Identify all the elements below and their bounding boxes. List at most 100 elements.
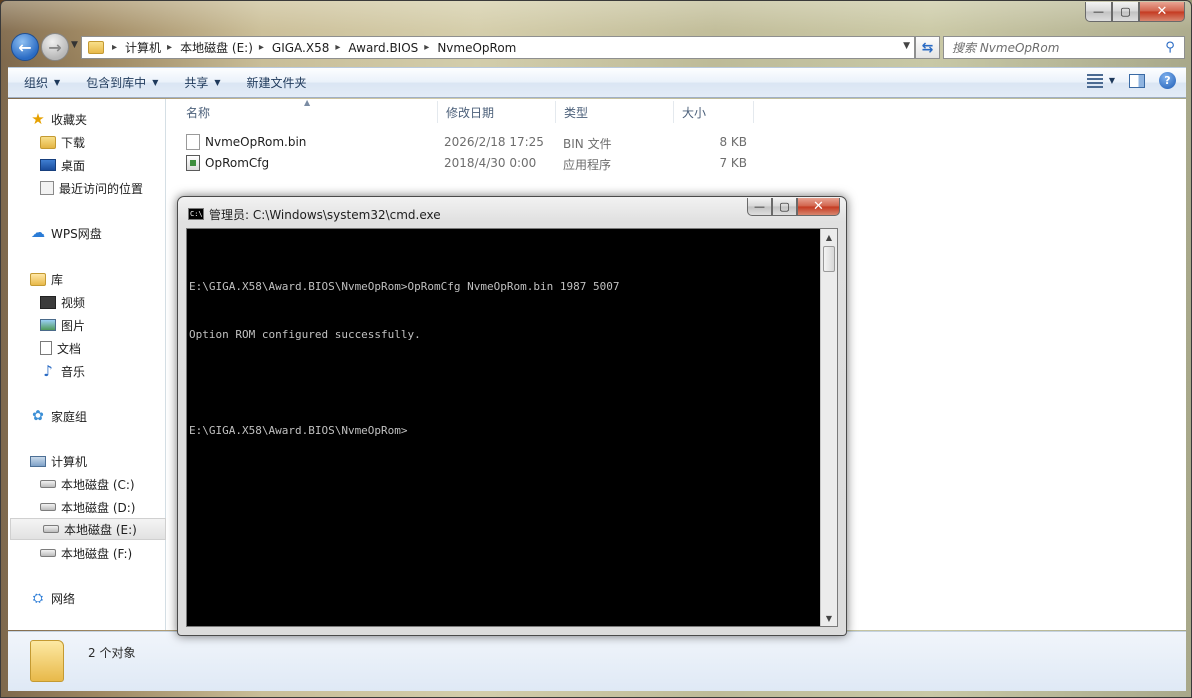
include-in-library-menu[interactable]: 包含到库中 ▼: [76, 74, 168, 91]
file-date: 2018/4/30 0:00: [444, 156, 537, 170]
cmd-maximize-button[interactable]: ▢: [772, 198, 797, 216]
window-caption-buttons: — ▢ ✕: [1085, 2, 1185, 22]
scroll-down-icon[interactable]: ▼: [821, 610, 837, 626]
nav-favorites[interactable]: ★ 收藏夹: [8, 108, 87, 130]
include-library-label: 包含到库中: [86, 76, 147, 90]
chevron-right-icon[interactable]: ▸: [112, 42, 117, 53]
cmd-output: E:\GIGA.X58\Award.BIOS\NvmeOpRom>OpRomCf…: [189, 247, 819, 471]
share-menu[interactable]: 共享 ▼: [174, 74, 230, 91]
preview-pane-icon[interactable]: [1129, 73, 1145, 88]
dropdown-arrow-icon: ▼: [54, 78, 61, 87]
column-header-name[interactable]: ▲ 名称: [178, 98, 438, 123]
picture-icon: [40, 319, 56, 331]
nav-pictures[interactable]: 图片: [8, 314, 85, 336]
nav-network[interactable]: ⛭ 网络: [8, 587, 75, 609]
search-icon[interactable]: ⚲: [1162, 40, 1178, 56]
nav-music[interactable]: ♪ 音乐: [8, 360, 85, 382]
navigation-row: ← → ▼ ▸ 计算机 ▸ 本地磁盘 (E:) ▸ GIGA.X58 ▸ Awa…: [9, 31, 1185, 63]
network-icon: ⛭: [32, 590, 44, 606]
cmd-line: E:\GIGA.X58\Award.BIOS\NvmeOpRom>OpRomCf…: [189, 280, 620, 293]
file-name: NvmeOpRom.bin: [205, 135, 307, 149]
column-label: 类型: [564, 105, 589, 120]
cmd-close-button[interactable]: ✕: [797, 198, 840, 216]
nav-documents[interactable]: 文档: [8, 337, 81, 359]
recent-pages-dropdown[interactable]: ▼: [71, 40, 78, 50]
view-controls: ▼ ?: [1086, 72, 1176, 89]
help-icon[interactable]: ?: [1159, 72, 1176, 89]
item-count: 2 个对象: [88, 646, 136, 660]
file-row[interactable]: OpRomCfg 2018/4/30 0:00 应用程序 7 KB: [178, 153, 778, 173]
chevron-right-icon[interactable]: ▸: [424, 42, 429, 53]
nav-wps-cloud[interactable]: ☁ WPS网盘: [8, 222, 102, 244]
breadcrumb-award-bios[interactable]: Award.BIOS: [346, 41, 420, 55]
nav-drive-c[interactable]: 本地磁盘 (C:): [8, 473, 135, 495]
chevron-right-icon[interactable]: ▸: [335, 42, 340, 53]
new-folder-button[interactable]: 新建文件夹: [237, 74, 317, 91]
nav-label: 下载: [61, 135, 86, 150]
breadcrumb-nvmeoprom[interactable]: NvmeOpRom: [435, 41, 518, 55]
nav-label: 本地磁盘 (F:): [61, 546, 133, 561]
nav-drive-e[interactable]: 本地磁盘 (E:): [10, 518, 166, 540]
minimize-button[interactable]: —: [1085, 2, 1112, 22]
address-dropdown-icon[interactable]: ▼: [903, 41, 910, 51]
nav-label: 收藏夹: [51, 112, 88, 127]
cmd-console[interactable]: E:\GIGA.X58\Award.BIOS\NvmeOpRom>OpRomCf…: [186, 228, 838, 627]
cmd-window[interactable]: C:\ 管理员: C:\Windows\system32\cmd.exe — ▢…: [177, 196, 847, 636]
folder-icon: [30, 640, 64, 682]
nav-drive-d[interactable]: 本地磁盘 (D:): [8, 496, 135, 518]
nav-computer[interactable]: 计算机: [8, 450, 87, 472]
breadcrumb-computer[interactable]: 计算机: [123, 39, 163, 56]
bin-file-icon: [186, 134, 200, 150]
star-icon: ★: [31, 110, 45, 128]
view-dropdown-icon[interactable]: ▼: [1109, 76, 1115, 85]
nav-label: 库: [51, 272, 64, 287]
search-box[interactable]: ⚲: [943, 36, 1185, 59]
column-header-date[interactable]: 修改日期: [438, 101, 556, 123]
nav-desktop[interactable]: 桌面: [8, 154, 85, 176]
recent-places-icon: [40, 181, 54, 195]
file-type: BIN 文件: [563, 137, 612, 151]
scroll-thumb[interactable]: [823, 246, 835, 272]
view-options-icon[interactable]: [1086, 73, 1103, 88]
cloud-icon: ☁: [31, 225, 45, 241]
folder-icon: [88, 41, 104, 54]
nav-label: 家庭组: [51, 409, 88, 424]
address-bar[interactable]: ▸ 计算机 ▸ 本地磁盘 (E:) ▸ GIGA.X58 ▸ Award.BIO…: [81, 36, 915, 59]
desktop-icon: [40, 159, 56, 171]
nav-drive-f[interactable]: 本地磁盘 (F:): [8, 542, 132, 564]
forward-button[interactable]: →: [41, 33, 69, 61]
nav-label: 图片: [61, 318, 86, 333]
back-button[interactable]: ←: [11, 33, 39, 61]
nav-label: 最近访问的位置: [59, 181, 144, 196]
nav-label: 桌面: [61, 158, 86, 173]
library-icon: [30, 272, 46, 286]
close-button[interactable]: ✕: [1139, 2, 1185, 22]
nav-videos[interactable]: 视频: [8, 291, 85, 313]
nav-recent-places[interactable]: 最近访问的位置: [8, 177, 143, 199]
chevron-right-icon[interactable]: ▸: [167, 42, 172, 53]
breadcrumb-drive-e[interactable]: 本地磁盘 (E:): [178, 39, 255, 56]
nav-libraries[interactable]: 库: [8, 268, 63, 290]
scroll-up-icon[interactable]: ▲: [821, 229, 837, 245]
nav-homegroup[interactable]: ✿ 家庭组: [8, 405, 87, 427]
maximize-button[interactable]: ▢: [1112, 2, 1139, 22]
application-icon: [186, 155, 200, 171]
refresh-icon: ⇆: [921, 39, 934, 56]
refresh-button[interactable]: ⇆: [915, 36, 940, 59]
cmd-scrollbar[interactable]: ▲ ▼: [820, 229, 837, 626]
breadcrumb-giga-x58[interactable]: GIGA.X58: [270, 41, 331, 55]
cmd-icon: C:\: [188, 208, 204, 220]
file-date: 2026/2/18 17:25: [444, 135, 544, 149]
details-pane: 2 个对象: [8, 631, 1186, 691]
cmd-minimize-button[interactable]: —: [747, 198, 772, 216]
file-row[interactable]: NvmeOpRom.bin 2026/2/18 17:25 BIN 文件 8 K…: [178, 132, 778, 152]
drive-icon: [40, 503, 56, 511]
chevron-right-icon[interactable]: ▸: [259, 42, 264, 53]
share-label: 共享: [184, 76, 209, 90]
search-input[interactable]: [952, 37, 1162, 58]
organize-menu[interactable]: 组织 ▼: [14, 74, 70, 91]
column-label: 大小: [682, 105, 707, 120]
column-header-size[interactable]: 大小: [674, 101, 754, 123]
column-header-type[interactable]: 类型: [556, 101, 674, 123]
nav-downloads[interactable]: 下载: [8, 131, 85, 153]
